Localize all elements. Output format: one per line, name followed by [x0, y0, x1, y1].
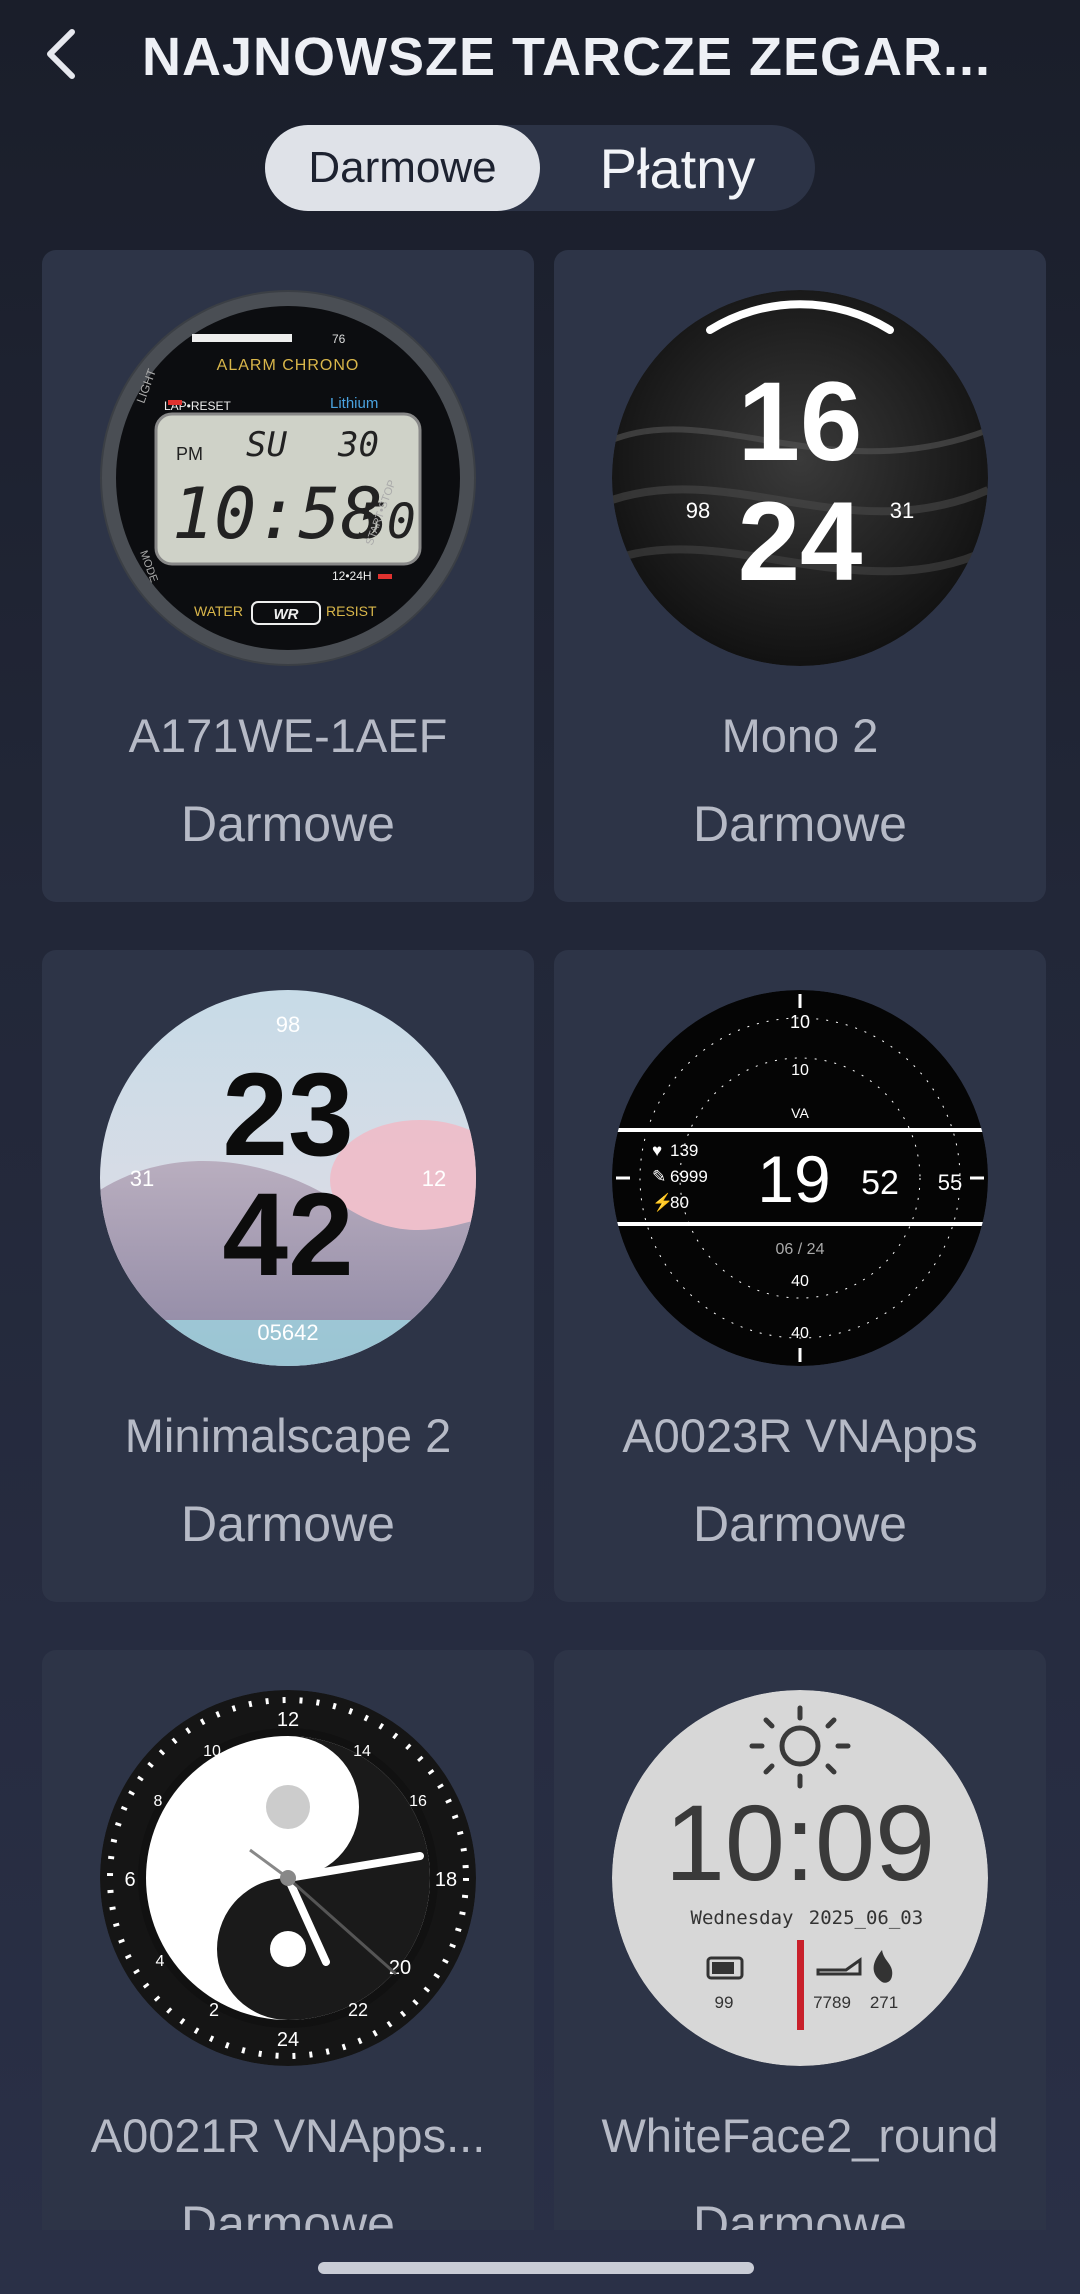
chevron-left-icon: [47, 29, 75, 79]
watch-face-preview: 76 ALARM CHRONO LIGHT LAP•RESET Lithium …: [100, 290, 476, 666]
svg-text:10: 10: [791, 1062, 809, 1079]
watch-face-price: Darmowe: [693, 1496, 907, 1552]
svg-text:05642: 05642: [257, 1320, 318, 1345]
watch-face-name: Mono 2: [721, 709, 879, 762]
svg-text:Wednesday: Wednesday: [691, 1907, 794, 1929]
watch-face-preview: 10 10 VA ♥ 139 ✎ 6999 ⚡ 80 19 52 55 06 /…: [612, 990, 988, 1366]
page-title: NAJNOWSZE TARCZE ZEGAR...: [142, 27, 992, 87]
svg-text:80: 80: [670, 1193, 689, 1212]
watch-face-name: WhiteFace2_round: [601, 2109, 999, 2162]
watch-face-price: Darmowe: [181, 2196, 395, 2230]
svg-text:WR: WR: [274, 606, 299, 623]
tab-free[interactable]: Darmowe: [265, 125, 540, 211]
svg-text:16: 16: [738, 359, 863, 484]
watch-face-card[interactable]: 76 ALARM CHRONO LIGHT LAP•RESET Lithium …: [42, 250, 534, 902]
svg-text:139: 139: [670, 1141, 698, 1160]
svg-text:8: 8: [154, 1793, 163, 1810]
watch-face-card[interactable]: 98 23 42 31 12 05642 Minimalscape 2 Darm…: [42, 950, 534, 1602]
svg-text:14: 14: [353, 1743, 371, 1760]
svg-text:ALARM CHRONO: ALARM CHRONO: [217, 357, 360, 374]
svg-text:4: 4: [156, 1953, 165, 1970]
svg-text:RESIST: RESIST: [326, 603, 377, 619]
svg-text:42: 42: [222, 1169, 353, 1301]
watch-face-name: Minimalscape 2: [124, 1409, 452, 1462]
watch-face-preview: 16 24 98 31: [612, 290, 988, 666]
svg-text:PM: PM: [176, 444, 203, 464]
svg-text:12: 12: [422, 1166, 446, 1191]
svg-text:SU: SU: [246, 425, 287, 465]
svg-text:98: 98: [276, 1012, 300, 1037]
svg-text:6999: 6999: [670, 1167, 708, 1186]
svg-text:12: 12: [277, 1709, 299, 1731]
svg-text:76: 76: [332, 332, 346, 346]
svg-text:19: 19: [757, 1142, 830, 1216]
svg-text:23: 23: [222, 1049, 353, 1181]
svg-text:2025_06_03: 2025_06_03: [809, 1907, 923, 1929]
svg-text:24: 24: [738, 479, 863, 604]
watch-face-name: A0021R VNApps...: [90, 2109, 486, 2162]
watch-face-preview: 10:09 Wednesday 2025_06_03 99 7789 271: [612, 1690, 988, 2066]
watch-face-name: A171WE-1AEF: [128, 709, 448, 762]
svg-text:2: 2: [209, 2000, 219, 2020]
svg-text:52: 52: [861, 1164, 899, 1202]
svg-text:18: 18: [435, 1869, 457, 1891]
svg-text:40: 40: [791, 1273, 809, 1290]
svg-text:♥: ♥: [652, 1141, 662, 1160]
svg-text:98: 98: [686, 498, 710, 523]
svg-text:31: 31: [130, 1166, 154, 1191]
svg-text:16: 16: [409, 1793, 427, 1810]
watch-face-card[interactable]: 12 6 18 24 20 22 2 4 14 16 10 8 A0021R V…: [42, 1650, 534, 2230]
tab-paid[interactable]: Płatny: [540, 125, 815, 211]
svg-text:WATER: WATER: [194, 603, 243, 619]
svg-text:30: 30: [337, 425, 379, 465]
svg-text:Lithium: Lithium: [330, 395, 378, 412]
svg-text:24: 24: [277, 2029, 299, 2051]
watch-face-price: Darmowe: [181, 1496, 395, 1552]
watch-face-card[interactable]: 16 24 98 31 Mono 2 Darmowe: [554, 250, 1046, 902]
top-app-bar: NAJNOWSZE TARCZE ZEGAR...: [0, 0, 1080, 115]
watch-face-name: A0023R VNApps: [622, 1409, 978, 1462]
svg-text:10:58: 10:58: [172, 473, 383, 555]
svg-text:06 / 24: 06 / 24: [776, 1241, 825, 1258]
home-indicator[interactable]: [318, 2262, 754, 2274]
svg-text:10: 10: [203, 1743, 221, 1760]
back-button[interactable]: [30, 22, 94, 86]
svg-text:99: 99: [715, 1993, 734, 2012]
watch-face-price: Darmowe: [181, 796, 395, 852]
svg-text:22: 22: [348, 2000, 368, 2020]
watch-face-card[interactable]: 10:09 Wednesday 2025_06_03 99 7789 271 W…: [554, 1650, 1046, 2230]
svg-text:7789: 7789: [813, 1993, 851, 2012]
svg-text:✎: ✎: [652, 1167, 666, 1186]
svg-text:271: 271: [870, 1993, 898, 2012]
watch-face-card[interactable]: 10 10 VA ♥ 139 ✎ 6999 ⚡ 80 19 52 55 06 /…: [554, 950, 1046, 1602]
svg-text:55: 55: [938, 1170, 962, 1195]
svg-text:40: 40: [791, 1325, 809, 1342]
svg-text:31: 31: [890, 498, 914, 523]
watch-face-price: Darmowe: [693, 2196, 907, 2230]
svg-text:VA: VA: [791, 1105, 809, 1121]
price-filter-segmented-control: Darmowe Płatny: [265, 125, 815, 211]
svg-text:6: 6: [124, 1869, 135, 1891]
watch-face-preview: 12 6 18 24 20 22 2 4 14 16 10 8: [100, 1690, 476, 2066]
watch-face-grid: 76 ALARM CHRONO LIGHT LAP•RESET Lithium …: [42, 250, 1046, 2230]
svg-text:10: 10: [790, 1012, 810, 1032]
svg-text:20: 20: [389, 1957, 411, 1979]
watch-face-price: Darmowe: [693, 796, 907, 852]
svg-text:12•24H: 12•24H: [332, 569, 372, 583]
svg-text:10:09: 10:09: [665, 1782, 935, 1903]
watch-face-preview: 98 23 42 31 12 05642: [100, 990, 476, 1366]
